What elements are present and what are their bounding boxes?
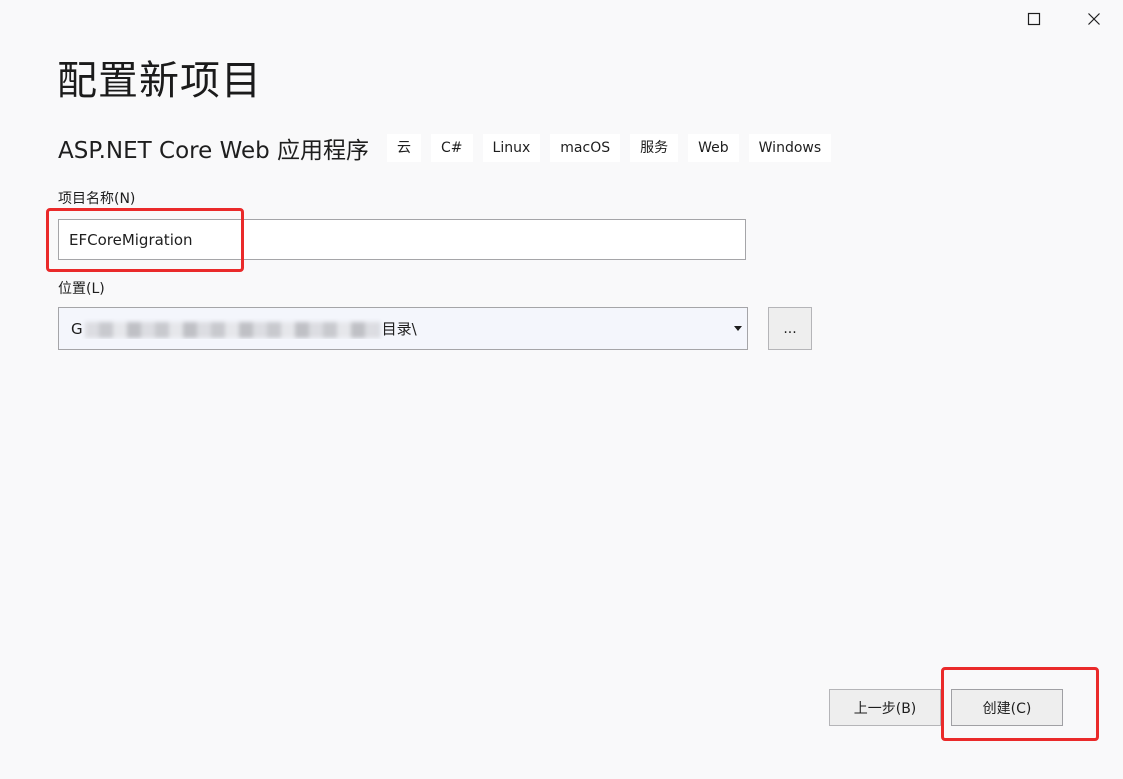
redacted-path (84, 321, 380, 338)
dropdown-arrow-icon[interactable] (729, 308, 747, 349)
location-suffix: 目录\ (381, 320, 417, 338)
maximize-icon (1027, 12, 1041, 26)
tag-linux: Linux (482, 134, 541, 162)
close-button[interactable] (1079, 6, 1109, 32)
tag-web: Web (688, 134, 739, 162)
browse-button[interactable]: ... (768, 307, 812, 350)
tag-service: 服务 (630, 134, 679, 162)
tag-windows: Windows (748, 134, 832, 162)
location-label: 位置(L) (58, 281, 105, 297)
maximize-button[interactable] (1019, 6, 1049, 32)
project-name-label: 项目名称(N) (58, 191, 136, 207)
project-name-input[interactable] (58, 219, 746, 260)
configure-project-dialog: 配置新项目 ASP.NET Core Web 应用程序 云 C# Linux m… (0, 0, 1123, 779)
tag-cloud: 云 (387, 134, 422, 162)
tag-macos: macOS (550, 134, 621, 162)
location-prefix: G (71, 320, 83, 338)
page-title: 配置新项目 (57, 58, 262, 104)
back-button[interactable]: 上一步(B) (829, 689, 941, 726)
template-name: ASP.NET Core Web 应用程序 (58, 138, 370, 164)
tag-csharp: C# (431, 134, 473, 162)
template-info: ASP.NET Core Web 应用程序 云 C# Linux macOS 服… (58, 130, 841, 166)
location-combobox[interactable]: G 目录\ (58, 307, 748, 350)
location-value: G 目录\ (59, 318, 729, 339)
close-icon (1088, 13, 1100, 25)
create-button[interactable]: 创建(C) (951, 689, 1063, 726)
